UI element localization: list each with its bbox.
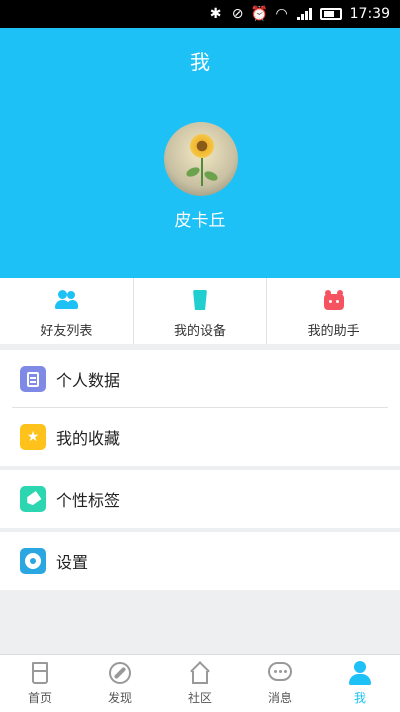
person-icon: [348, 661, 372, 685]
sunflower-icon: [190, 134, 214, 158]
status-bar: ✱ ⊘ ⏰ ◠ 17:39: [0, 0, 400, 28]
battery-icon: [319, 8, 342, 20]
gear-icon: [20, 548, 46, 574]
menu-item-label: 个人数据: [56, 371, 121, 390]
chat-bubble-icon: [268, 661, 292, 685]
nav-home[interactable]: 首页: [0, 655, 80, 712]
nav-discover[interactable]: 发现: [80, 655, 160, 712]
alarm-icon: ⏰: [250, 6, 269, 22]
menu-item-label: 设置: [56, 553, 89, 572]
friends-list-button[interactable]: 好友列表: [0, 278, 133, 344]
mute-icon: ⊘: [231, 6, 244, 22]
signal-icon: [296, 8, 312, 20]
friends-icon: [55, 290, 79, 310]
menu-item-personal-data[interactable]: 个人数据: [0, 350, 400, 408]
compass-icon: [108, 661, 132, 685]
assistant-icon: [323, 290, 345, 310]
bluetooth-icon: ✱: [209, 6, 222, 22]
tag-icon: [20, 486, 46, 512]
menu-group-profile: 个人数据 ★ 我的收藏: [0, 350, 400, 466]
menu-item-settings[interactable]: 设置: [0, 532, 400, 590]
menu-group-tags: 个性标签: [0, 470, 400, 528]
document-icon: [20, 366, 46, 392]
cup-outline-icon: [28, 661, 52, 685]
friends-list-label: 好友列表: [40, 324, 93, 339]
house-icon: [188, 661, 212, 685]
nav-label: 消息: [267, 691, 292, 705]
nav-community[interactable]: 社区: [160, 655, 240, 712]
nav-label: 发现: [107, 691, 132, 705]
status-time: 17:39: [349, 6, 390, 22]
my-assistant-button[interactable]: 我的助手: [266, 278, 400, 344]
menu-item-label: 个性标签: [56, 491, 121, 510]
nav-me[interactable]: 我: [320, 655, 400, 712]
nav-messages[interactable]: 消息: [240, 655, 320, 712]
wifi-icon: ◠: [275, 6, 288, 22]
bottom-nav: 首页 发现 社区 消息 我: [0, 654, 400, 712]
nav-label: 社区: [187, 691, 212, 705]
my-assistant-label: 我的助手: [307, 324, 360, 339]
quick-actions: 好友列表 我的设备 我的助手: [0, 278, 400, 344]
username[interactable]: 皮卡丘: [0, 206, 400, 231]
cup-icon: [189, 290, 211, 310]
my-devices-button[interactable]: 我的设备: [132, 278, 267, 344]
nav-label: 我: [353, 691, 366, 705]
profile-header: 我 皮卡丘: [0, 28, 400, 278]
menu-item-favorites[interactable]: ★ 我的收藏: [0, 408, 400, 466]
page-title: 我: [190, 50, 210, 74]
menu-item-label: 我的收藏: [56, 429, 121, 448]
menu-group-settings: 设置: [0, 532, 400, 590]
star-icon: ★: [20, 424, 46, 450]
menu-item-personal-tags[interactable]: 个性标签: [0, 470, 400, 528]
avatar[interactable]: [164, 122, 238, 196]
my-devices-label: 我的设备: [174, 324, 227, 339]
nav-label: 首页: [27, 691, 52, 705]
